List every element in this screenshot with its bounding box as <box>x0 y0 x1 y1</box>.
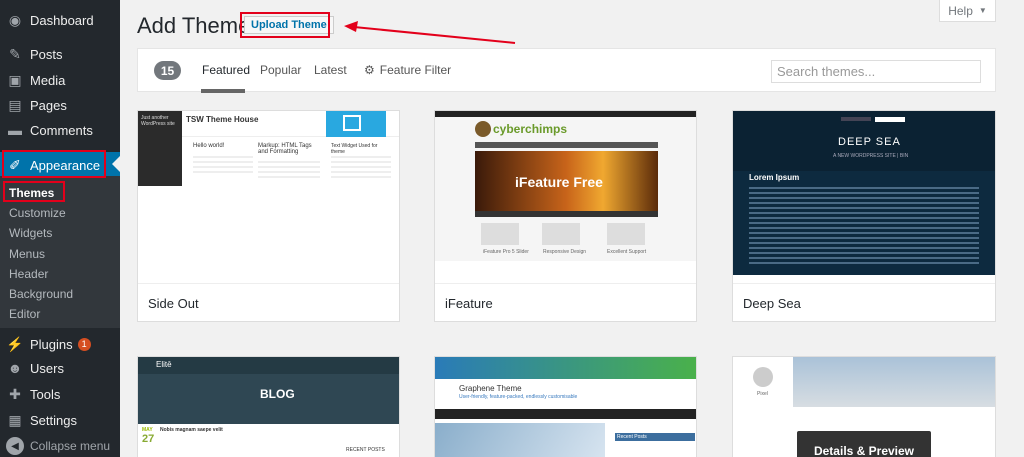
active-tab-underline <box>201 89 245 93</box>
update-count-badge: 1 <box>77 337 91 351</box>
sidebar-item-settings[interactable]: ▦ Settings <box>0 408 120 432</box>
help-tab[interactable]: Help ▼ <box>939 0 996 22</box>
theme-screenshot: Just another WordPress site TSW Theme Ho… <box>138 111 399 283</box>
submenu-background[interactable]: Background <box>9 285 73 303</box>
tab-popular[interactable]: Popular <box>260 63 301 77</box>
submenu-header[interactable]: Header <box>9 265 48 283</box>
feature-filter-button[interactable]: ⚙ Feature Filter <box>364 63 451 77</box>
theme-filter-bar: 15 Featured Popular Latest ⚙ Feature Fil… <box>137 48 996 93</box>
annotation-box-upload <box>240 12 330 38</box>
pages-icon: ▤ <box>8 96 22 113</box>
annotation-box-themes <box>3 181 65 202</box>
sidebar-item-tools[interactable]: ✚ Tools <box>0 382 120 406</box>
submenu-customize[interactable]: Customize <box>9 204 66 222</box>
search-themes-input[interactable] <box>771 60 981 83</box>
caret-down-icon: ▼ <box>978 6 987 15</box>
sidebar-item-plugins[interactable]: ⚡ Plugins 1 <box>0 332 120 356</box>
tab-featured[interactable]: Featured <box>202 63 250 77</box>
theme-card-graphene[interactable]: Graphene Theme User-friendly, feature-pa… <box>434 356 697 457</box>
annotation-box-appearance <box>2 150 106 178</box>
wrench-icon: ✚ <box>9 385 21 402</box>
pin-icon: ✎ <box>9 45 21 62</box>
image-icon <box>343 115 361 131</box>
details-preview-button[interactable]: Details & Preview <box>797 431 931 457</box>
plug-icon: ⚡ <box>6 335 24 352</box>
dashboard-icon: ◉ <box>8 11 22 28</box>
monkey-logo-icon <box>475 121 491 137</box>
annotation-arrow <box>344 21 516 44</box>
sidebar-item-comments[interactable]: ▬ Comments <box>0 118 120 142</box>
submenu-menus[interactable]: Menus <box>9 245 45 263</box>
collapse-arrow-icon: ◀ <box>6 437 24 455</box>
tab-latest[interactable]: Latest <box>314 63 347 77</box>
comment-icon: ▬ <box>8 122 22 138</box>
gear-icon: ⚙ <box>364 63 375 77</box>
sidebar-item-dashboard[interactable]: ◉ Dashboard <box>0 8 120 32</box>
sidebar-item-posts[interactable]: ✎ Posts <box>0 42 120 66</box>
theme-name: iFeature <box>435 283 696 321</box>
sidebar-item-media[interactable]: ▣ Media <box>0 68 120 92</box>
theme-screenshot: Graphene Theme User-friendly, feature-pa… <box>435 357 696 457</box>
media-icon: ▣ <box>8 71 22 88</box>
admin-sidebar: ◉ Dashboard ✎ Posts ▣ Media ▤ Pages ▬ Co… <box>0 0 120 457</box>
sidebar-item-users[interactable]: ☻ Users <box>0 356 120 380</box>
theme-screenshot: DEEP SEA A NEW WORDPRESS SITE | BIN Lore… <box>733 111 995 275</box>
theme-card-elite[interactable]: Elitē BLOG MAY 27 Nobis magnam saepe vel… <box>137 356 400 457</box>
theme-card-side-out[interactable]: Just another WordPress site TSW Theme Ho… <box>137 110 400 322</box>
collapse-menu-button[interactable]: ◀ Collapse menu <box>0 436 110 456</box>
theme-card-pixel[interactable]: Pixel Details & Preview <box>732 356 996 457</box>
theme-name: Side Out <box>138 283 399 321</box>
theme-screenshot: cyberchimps iFeature Free iFeature Pro 5… <box>435 111 696 261</box>
theme-count: 15 <box>154 61 181 80</box>
submenu-editor[interactable]: Editor <box>9 305 40 323</box>
theme-name: Deep Sea <box>733 283 995 321</box>
sidebar-item-pages[interactable]: ▤ Pages <box>0 93 120 117</box>
active-indicator <box>112 156 120 172</box>
theme-card-deep-sea[interactable]: DEEP SEA A NEW WORDPRESS SITE | BIN Lore… <box>732 110 996 322</box>
theme-card-ifeature[interactable]: cyberchimps iFeature Free iFeature Pro 5… <box>434 110 697 322</box>
submenu-widgets[interactable]: Widgets <box>9 224 52 242</box>
theme-screenshot: Pixel Details & Preview <box>733 357 995 457</box>
users-icon: ☻ <box>7 360 23 376</box>
theme-screenshot: Elitē BLOG MAY 27 Nobis magnam saepe vel… <box>138 357 399 457</box>
settings-icon: ▦ <box>8 411 22 428</box>
